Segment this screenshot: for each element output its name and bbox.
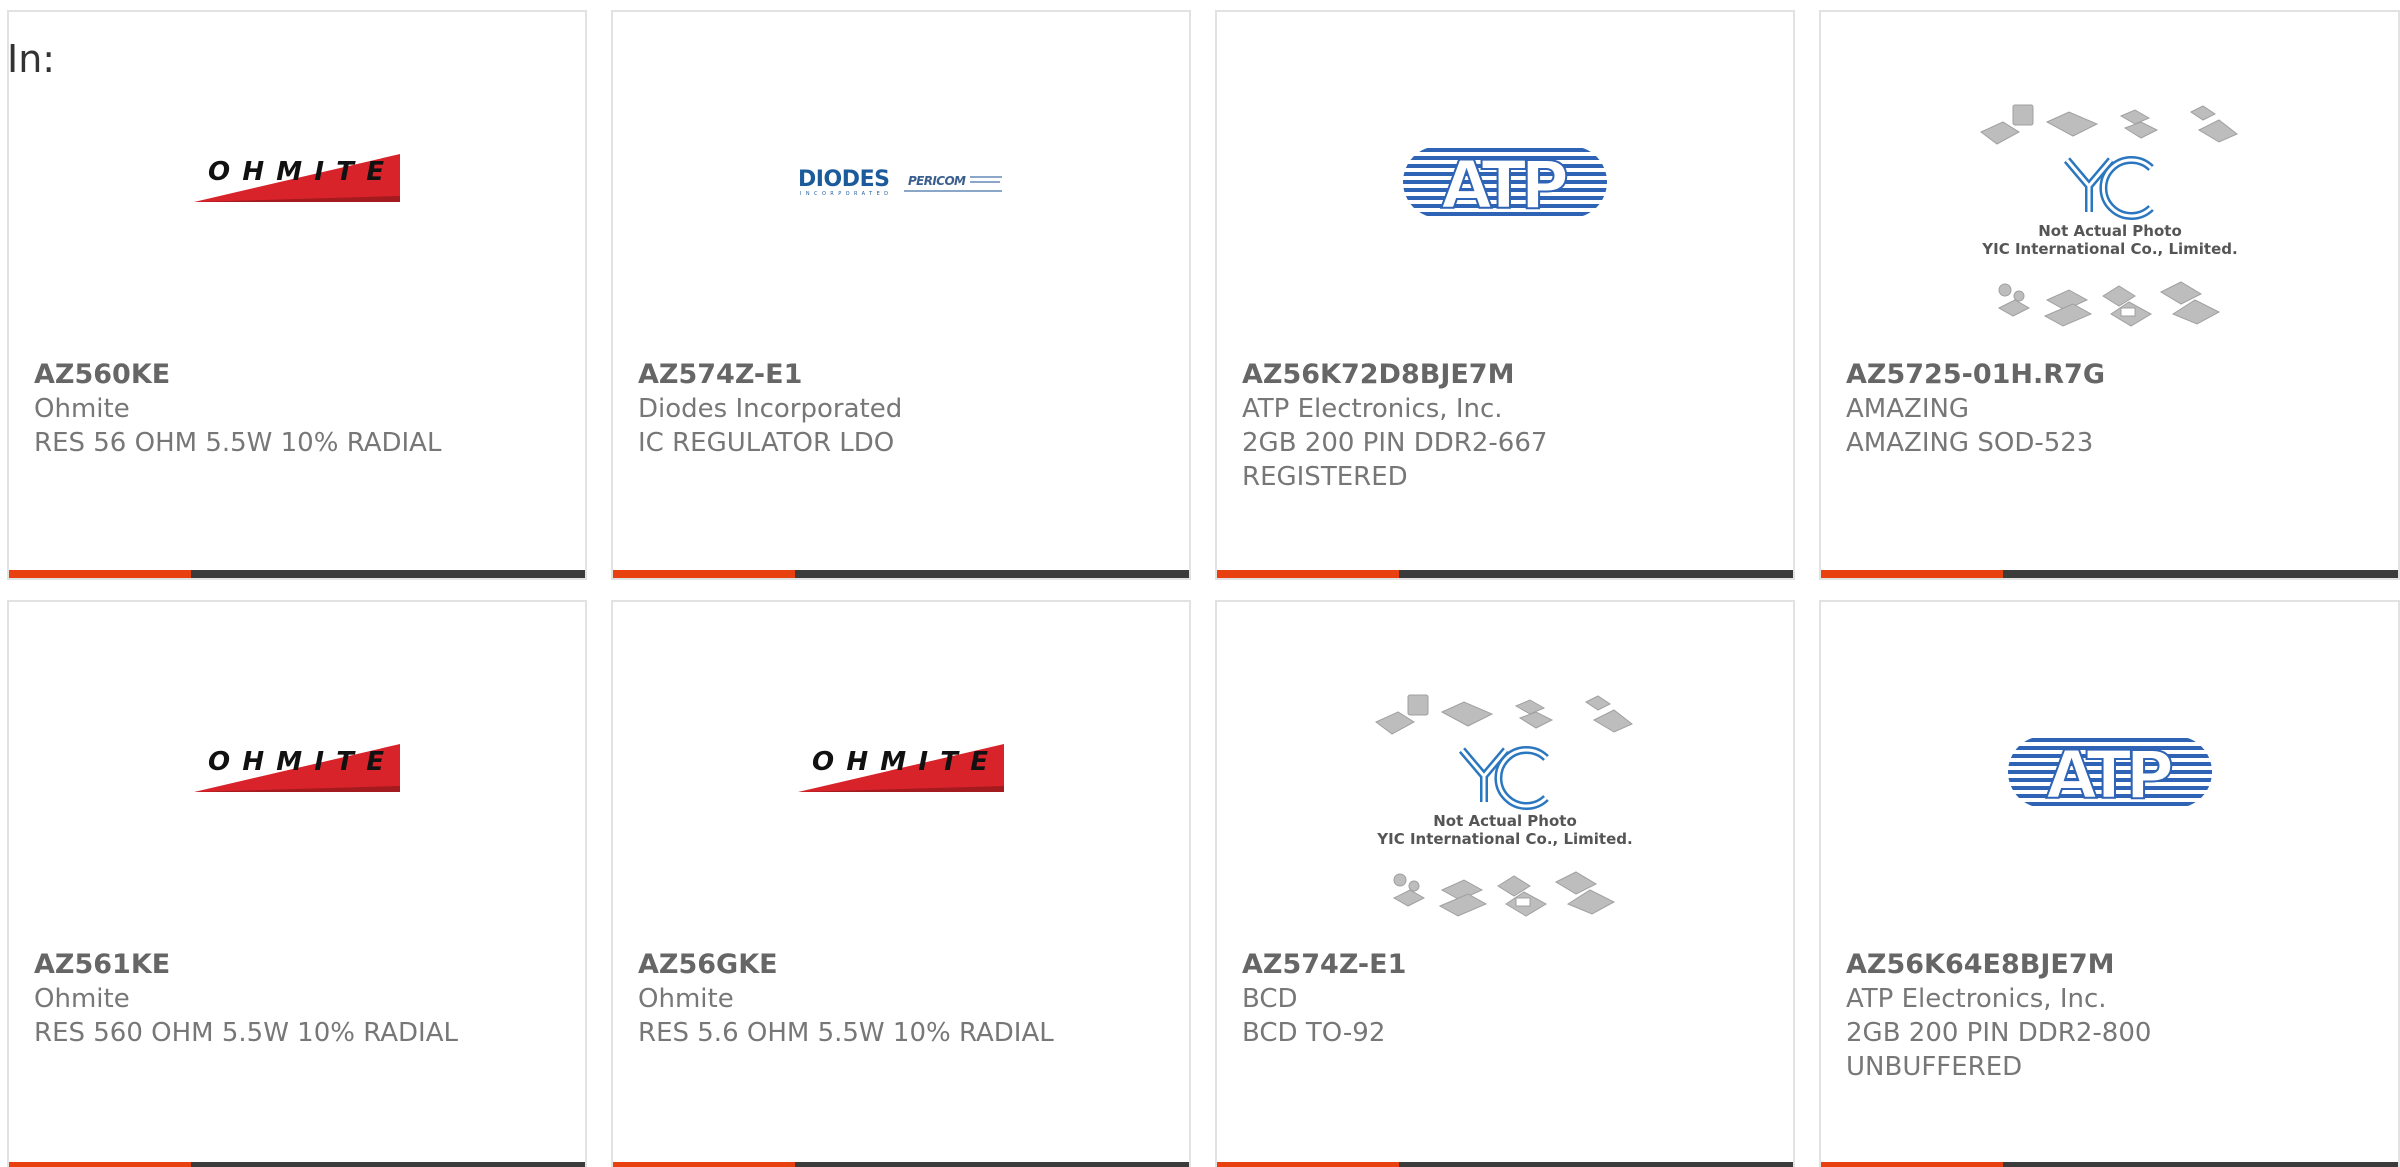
- ohmite-logo: OHMITE: [194, 154, 400, 202]
- manufacturer: Ohmite: [34, 984, 130, 1014]
- part-number[interactable]: AZ56K72D8BJE7M: [1242, 358, 1783, 392]
- manufacturer: Diodes Incorporated: [638, 394, 903, 424]
- product-image[interactable]: OHMITE: [613, 672, 1189, 872]
- product-image[interactable]: ATP: [1821, 672, 2398, 872]
- svg-text:ATP: ATP: [2046, 737, 2174, 808]
- description: IC REGULATOR LDO: [638, 428, 895, 458]
- ohmite-logo: OHMITE: [798, 744, 1004, 792]
- product-card[interactable]: ATP AZ56K64E8BJE7M ATP Electronics, Inc.…: [1819, 600, 2400, 1167]
- product-image[interactable]: OHMITE: [9, 672, 585, 872]
- description: BCD TO-92: [1242, 1018, 1386, 1048]
- atp-logo: ATP: [1403, 146, 1607, 218]
- part-number[interactable]: AZ574Z-E1: [1242, 948, 1783, 982]
- description: RES 560 OHM 5.5W 10% RADIAL: [34, 1018, 458, 1048]
- svg-text:YIC International Co., Limited: YIC International Co., Limited.: [1376, 830, 1632, 848]
- card-footer-bar: [1217, 1162, 1793, 1167]
- filter-label: In:: [7, 37, 56, 81]
- part-number[interactable]: AZ574Z-E1: [638, 358, 1179, 392]
- description: 2GB 200 PIN DDR2-667 REGISTERED: [1242, 428, 1548, 492]
- svg-text:YIC International Co., Limited: YIC International Co., Limited.: [1981, 240, 2237, 258]
- product-card[interactable]: DIODES INCORPORATED PERICOM AZ574Z-E1 Di…: [611, 10, 1191, 580]
- manufacturer: AMAZING: [1846, 394, 1970, 424]
- product-image[interactable]: DIODES INCORPORATED PERICOM: [613, 82, 1189, 282]
- part-number[interactable]: AZ56GKE: [638, 948, 1179, 982]
- yic-placeholder-image: Not Actual Photo YIC International Co., …: [1375, 694, 1633, 917]
- product-card[interactable]: ATP AZ56K72D8BJE7M ATP Electronics, Inc.…: [1215, 10, 1795, 580]
- product-card[interactable]: OHMITE AZ56GKE Ohmite RES 5.6 OHM 5.5W 1…: [611, 600, 1191, 1167]
- manufacturer: Ohmite: [34, 394, 130, 424]
- card-footer-bar: [1821, 570, 2398, 578]
- manufacturer: Ohmite: [638, 984, 734, 1014]
- product-card[interactable]: OHMITE AZ560KE Ohmite RES 56 OHM 5.5W 10…: [7, 10, 587, 580]
- diodes-logo: DIODES INCORPORATED PERICOM: [798, 167, 1002, 197]
- card-footer-bar: [1821, 1162, 2398, 1167]
- part-number[interactable]: AZ56K64E8BJE7M: [1846, 948, 2388, 982]
- part-number[interactable]: AZ561KE: [34, 948, 575, 982]
- ohmite-logo: OHMITE: [194, 744, 400, 792]
- card-footer-bar: [9, 1162, 585, 1167]
- card-footer-bar: [9, 570, 585, 578]
- card-footer-bar: [1217, 570, 1793, 578]
- description: AMAZING SOD-523: [1846, 428, 2094, 458]
- manufacturer: ATP Electronics, Inc.: [1846, 984, 2107, 1014]
- product-image[interactable]: OHMITE: [9, 82, 585, 282]
- product-card[interactable]: OHMITE AZ561KE Ohmite RES 560 OHM 5.5W 1…: [7, 600, 587, 1167]
- description: RES 56 OHM 5.5W 10% RADIAL: [34, 428, 442, 458]
- description: 2GB 200 PIN DDR2-800 UNBUFFERED: [1846, 1018, 2152, 1082]
- product-card[interactable]: Not Actual Photo YIC International Co., …: [1215, 600, 1795, 1167]
- description: RES 5.6 OHM 5.5W 10% RADIAL: [638, 1018, 1054, 1048]
- manufacturer: ATP Electronics, Inc.: [1242, 394, 1503, 424]
- product-card[interactable]: Not Actual Photo YIC International Co., …: [1819, 10, 2400, 580]
- yic-placeholder-image: Not Actual Photo YIC International Co., …: [1979, 104, 2238, 327]
- card-footer-bar: [613, 1162, 1189, 1167]
- part-number[interactable]: AZ5725-01H.R7G: [1846, 358, 2388, 392]
- svg-text:Not Actual Photo: Not Actual Photo: [1433, 812, 1577, 830]
- card-footer-bar: [613, 570, 1189, 578]
- product-image[interactable]: Not Actual Photo YIC International Co., …: [1217, 690, 1793, 940]
- svg-text:Not Actual Photo: Not Actual Photo: [2038, 222, 2182, 240]
- svg-text:ATP: ATP: [1441, 147, 1569, 218]
- svg-text:PERICOM: PERICOM: [908, 174, 966, 188]
- atp-logo: ATP: [2007, 736, 2212, 808]
- manufacturer: BCD: [1242, 984, 1298, 1014]
- part-number[interactable]: AZ560KE: [34, 358, 575, 392]
- product-image[interactable]: ATP: [1217, 82, 1793, 282]
- svg-text:DIODES: DIODES: [798, 167, 890, 192]
- product-image[interactable]: Not Actual Photo YIC International Co., …: [1821, 100, 2398, 350]
